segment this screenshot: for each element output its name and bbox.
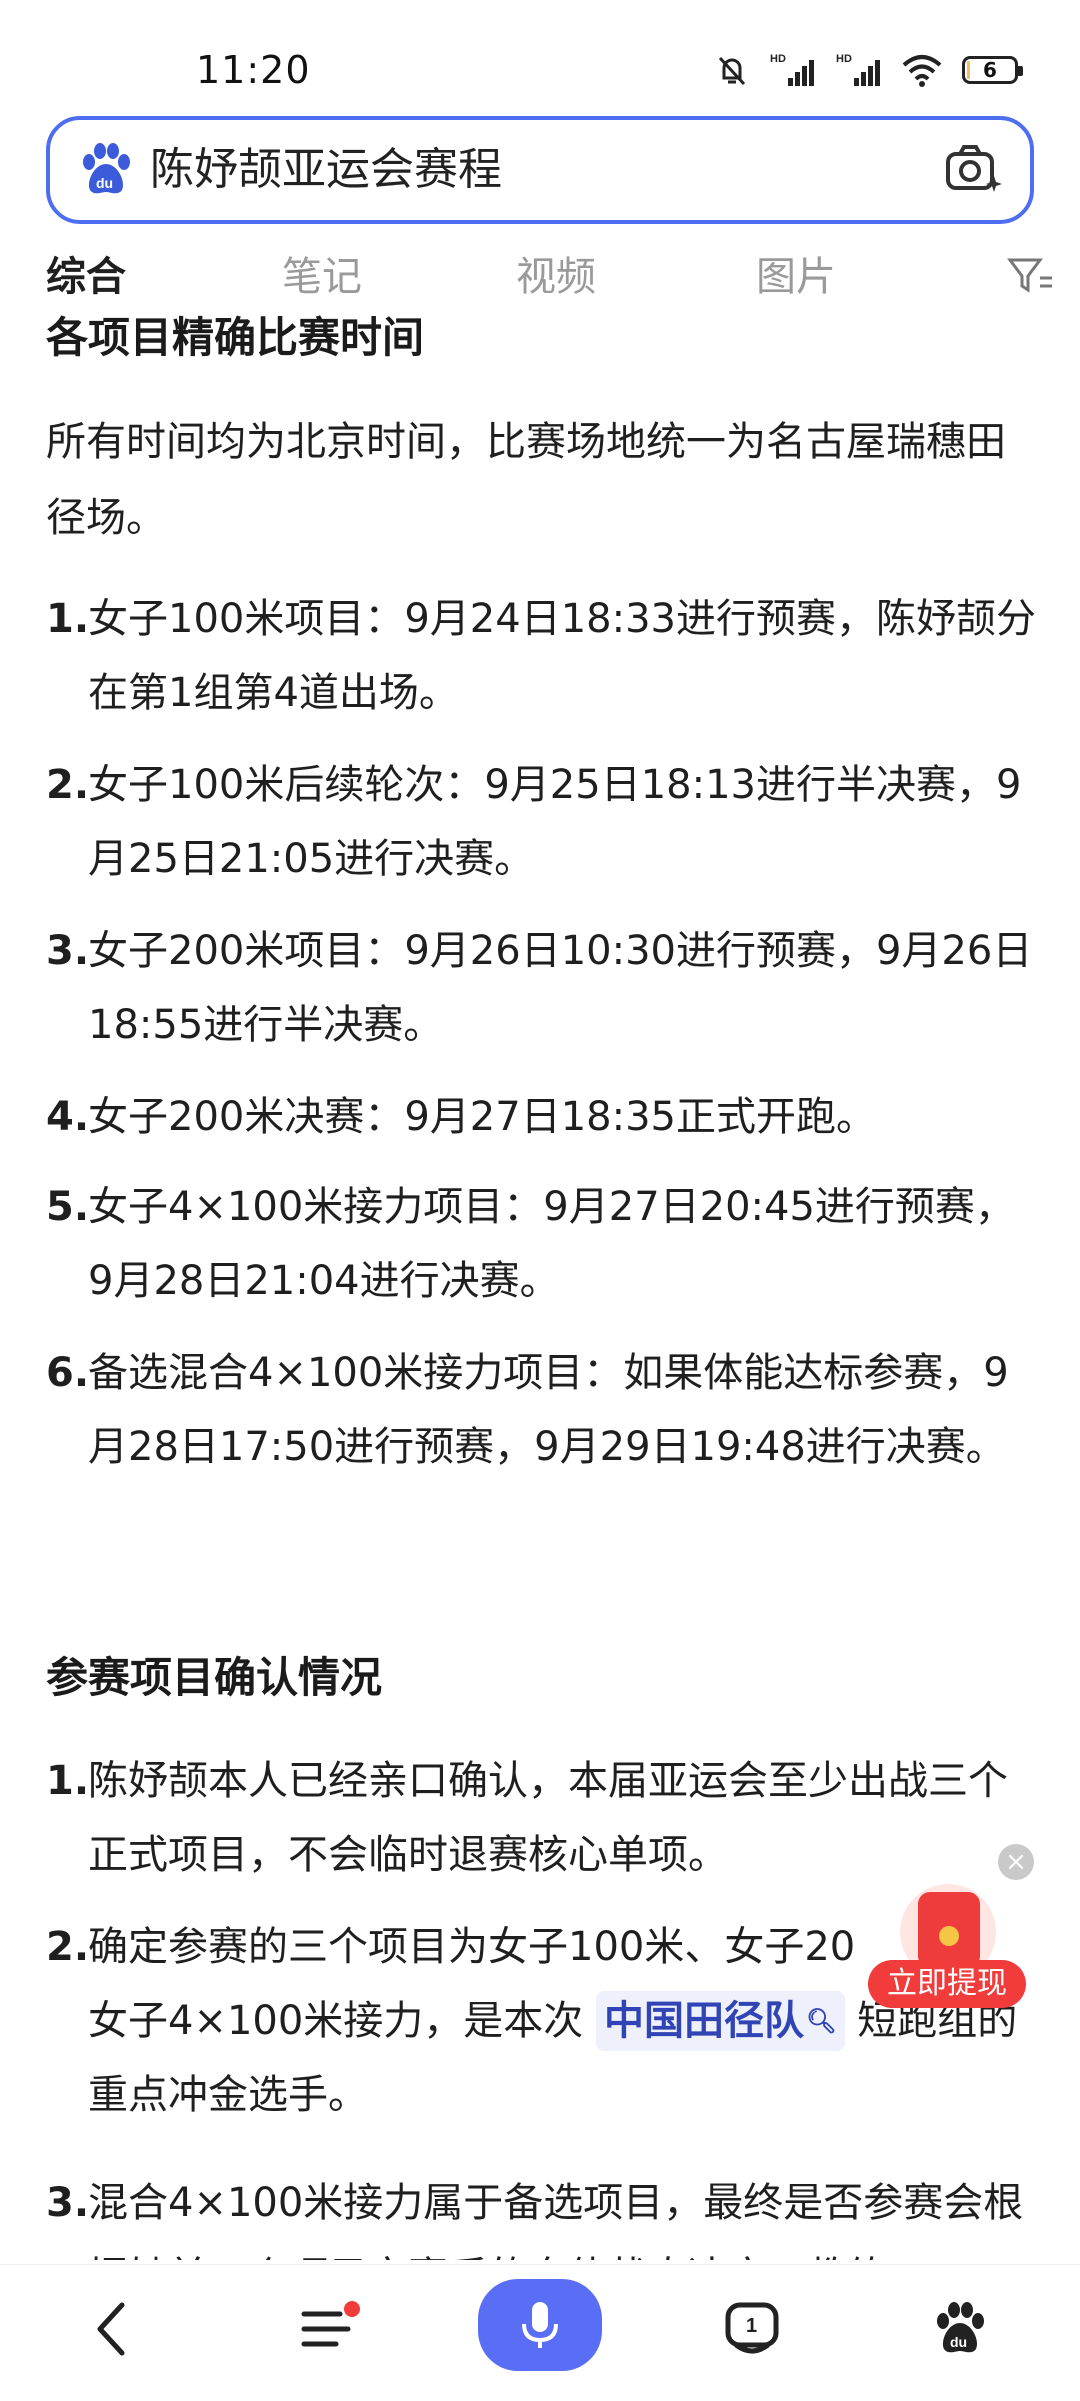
back-button[interactable] [72,2289,152,2369]
status-icons: HD HD 6 [714,52,1023,88]
list-item: 1. 陈妤颉本人已经亲口确认，本届亚运会至少出战三个正式项目，不会临时退赛核心单… [46,1744,1036,1892]
list-text-part: 确定参赛的三个项目为女子100米、女子20 [88,1924,856,1970]
entity-link-text: 中国田径队 [604,1998,805,2044]
battery-level-text: 6 [983,58,997,82]
list-number: 3. [46,928,90,974]
section-heading-schedule: 各项目精确比赛时间 [46,313,425,362]
list-number: 1. [46,1758,90,1804]
list-text-part: 女子4×100米接力，是本次 [88,1998,584,2044]
intro-paragraph: 所有时间均为北京时间，比赛场地统一为名古屋瑞穗田径场。 [46,419,1006,541]
list-text: 女子200米决赛：9月27日18:35正式开跑。 [88,1094,876,1140]
list-text: 女子200米项目：9月26日10:30进行预赛，9月26日18:55进行半决赛。 [88,928,1033,1048]
promo-close-button[interactable]: × [998,1844,1034,1880]
svg-text:HD: HD [770,53,786,65]
list-text: 混合4×100米接力属于备选项目，最终是否参赛会根据她前三个项目完赛后的身体状态… [88,2180,1024,2260]
status-time: 11:20 [196,48,311,92]
tab-videos[interactable]: 视频 [516,244,596,302]
ai-assistant-icon: 1 [725,2302,779,2354]
entity-link-china-athletics[interactable]: 中国田径队🔍︎ [596,1991,845,2051]
search-icon: 🔍︎ [806,2007,837,2035]
list-item: 6. 备选混合4×100米接力项目：如果体能达标参赛，9月28日17:50进行预… [46,1336,1036,1484]
list-item: 5. 女子4×100米接力项目：9月27日20:45进行预赛，9月28日21:0… [46,1170,1036,1318]
bottom-nav: 1 du [0,2264,1080,2401]
list-number: 2. [46,762,90,808]
list-text: 女子100米项目：9月24日18:33进行预赛，陈妤颉分在第1组第4道出场。 [88,596,1036,716]
list-number: 4. [46,1094,90,1140]
filter-icon[interactable] [1006,254,1056,298]
svg-text:du: du [96,175,113,191]
list-text: 备选混合4×100米接力项目：如果体能达标参赛，9月28日17:50进行预赛，9… [88,1350,1009,1470]
list-item: 3. 女子200米项目：9月26日10:30进行预赛，9月26日18:55进行半… [46,914,1036,1062]
baidu-paw-icon: du [937,2302,984,2353]
microphone-icon [522,2302,558,2348]
list-number: 2. [46,1924,90,1970]
list-number: 1. [46,596,90,642]
list-item: 3. 混合4×100米接力属于备选项目，最终是否参赛会根据她前三个项目完赛后的身… [46,2166,1036,2260]
signal-1-icon: HD [770,53,814,86]
baidu-logo-icon: du [83,143,130,194]
mute-bell-icon [718,56,746,86]
list-number: 6. [46,1350,90,1396]
wifi-icon [902,55,942,87]
camera-search-icon[interactable] [944,142,1004,198]
signal-2-icon: HD [836,53,880,86]
list-text: 女子100米后续轮次：9月25日18:13进行半决赛，9月25日21:05进行决… [88,762,1022,882]
list-item: 2. 确定参赛的三个项目为女子100米、女子20 女子4×100米接力，是本次 … [46,1910,1036,2132]
list-text: 陈妤颉本人已经亲口确认，本届亚运会至少出战三个正式项目，不会临时退赛核心单项。 [88,1758,1008,1878]
svg-text:1: 1 [746,2315,757,2337]
search-input[interactable]: 陈妤颉亚运会赛程 [150,140,502,200]
list-number: 3. [46,2180,90,2226]
promo-withdraw-button[interactable]: 立即提现 [868,1960,1026,2008]
list-text: 确定参赛的三个项目为女子100米、女子20 女子4×100米接力，是本次 中国田… [88,1910,1036,2132]
red-packet-icon [918,1892,980,1968]
voice-search-button[interactable] [478,2279,602,2371]
list-number: 5. [46,1184,90,1230]
svg-text:du: du [950,2334,967,2350]
baidu-home-button[interactable]: du [920,2289,1000,2369]
battery-level-fill [967,61,970,79]
tab-notes[interactable]: 笔记 [282,244,362,302]
tab-all[interactable]: 综合 [46,244,126,302]
battery-icon: 6 [962,56,1023,84]
list-item: 2. 女子100米后续轮次：9月25日18:13进行半决赛，9月25日21:05… [46,748,1036,896]
tab-images[interactable]: 图片 [756,244,836,302]
list-item: 1. 女子100米项目：9月24日18:33进行预赛，陈妤颉分在第1组第4道出场… [46,582,1036,730]
ai-assistant-button[interactable]: 1 [712,2289,792,2369]
section-heading-confirmation: 参赛项目确认情况 [46,1653,383,1702]
list-text: 女子4×100米接力项目：9月27日20:45进行预赛，9月28日21:04进行… [88,1184,1015,1304]
notification-dot [344,2301,360,2317]
svg-text:HD: HD [836,53,852,65]
list-item: 4. 女子200米决赛：9月27日18:35正式开跑。 [46,1080,1036,1154]
back-icon [97,2302,125,2356]
status-bar: 11:20 HD HD 6 [0,0,1080,110]
search-box[interactable]: du 陈妤颉亚运会赛程 [46,116,1034,224]
